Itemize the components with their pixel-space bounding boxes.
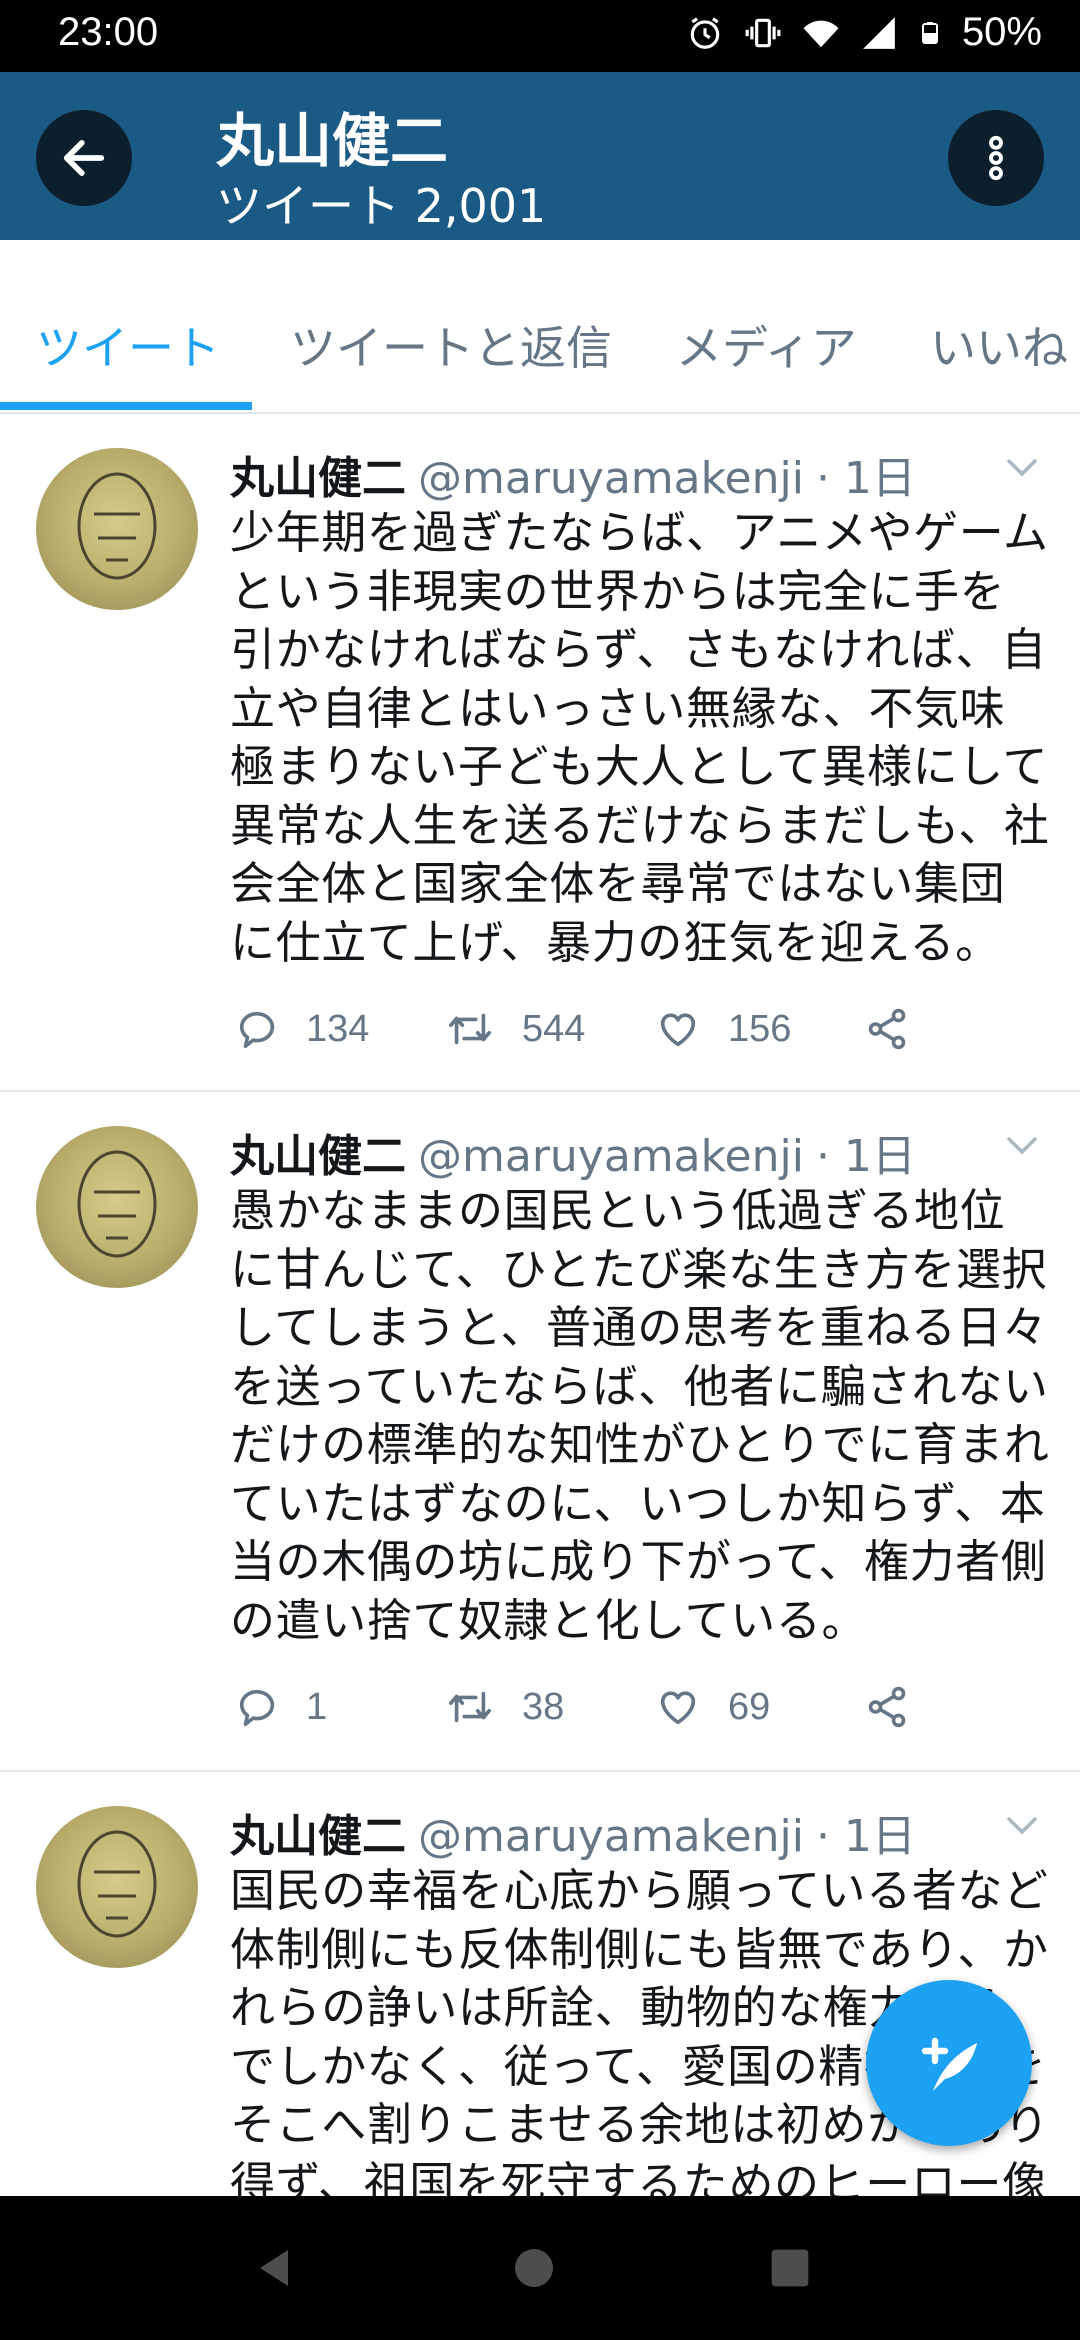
vibrate-icon [745, 18, 781, 47]
tweet-author-name[interactable]: 丸山健二 [230, 1811, 406, 1862]
share-icon [868, 1686, 906, 1728]
tweet-time: · 1日 [815, 1131, 916, 1182]
share-icon [868, 1008, 906, 1050]
like-button[interactable]: 156 [654, 1006, 791, 1052]
nav-recents-icon[interactable] [768, 2246, 812, 2290]
tweet-header: 丸山健二 @maruyamakenji · 1日 [230, 1800, 916, 1864]
retweet-count: 544 [522, 1007, 586, 1050]
tweet-card[interactable]: 丸山健二 @maruyamakenji · 1日 愚かなままの国民という低過ぎる地位… [0, 1090, 1080, 1772]
profile-tabs: ツイート ツイートと返信 メディア いいね [0, 240, 1080, 414]
tab-tweets[interactable]: ツイート [36, 312, 220, 378]
status-bar: 23:00 50% [0, 0, 1080, 72]
reply-count: 134 [306, 1007, 370, 1050]
chevron-down-icon[interactable] [1004, 1814, 1040, 1838]
tweet-text: 少年期を過ぎたならば、アニメやゲームという非現実の世界からは完全に手を引かなけれ… [230, 506, 1050, 969]
tweet-header: 丸山健二 @maruyamakenji · 1日 [230, 442, 916, 506]
tweet-header: 丸山健二 @maruyamakenji · 1日 [230, 1120, 916, 1184]
chevron-down-icon[interactable] [1004, 456, 1040, 480]
battery-icon [921, 21, 938, 44]
reply-button[interactable]: 134 [234, 1006, 369, 1052]
tweet-count: ツイート 2,001 [216, 179, 547, 233]
profile-header: 丸山健二 ツイート 2,001 [0, 72, 1080, 240]
tweet-author-name[interactable]: 丸山健二 [230, 453, 406, 504]
more-vertical-icon [989, 135, 1003, 181]
tweet-author-handle[interactable]: @maruyamakenji [418, 1131, 804, 1182]
like-count: 69 [728, 1685, 771, 1728]
tweet-author-handle[interactable]: @maruyamakenji [418, 1811, 804, 1862]
compose-tweet-icon [921, 2037, 977, 2091]
wifi-icon [803, 20, 839, 47]
system-navigation-bar [0, 2196, 1080, 2340]
chevron-down-icon[interactable] [1004, 1134, 1040, 1158]
more-options-button[interactable] [948, 110, 1044, 206]
retweet-count: 38 [522, 1685, 565, 1728]
signal-icon [863, 16, 895, 49]
like-count: 156 [728, 1007, 792, 1050]
tweet-card[interactable]: 丸山健二 @maruyamakenji · 1日 少年期を過ぎたならば、アニメやゲー… [0, 412, 1080, 1092]
share-button[interactable] [864, 1684, 910, 1730]
tweet-time: · 1日 [815, 1811, 916, 1862]
share-button[interactable] [864, 1006, 910, 1052]
retweet-icon [449, 1691, 491, 1723]
avatar[interactable] [36, 1126, 198, 1288]
tab-likes[interactable]: いいね [930, 312, 1068, 378]
avatar[interactable] [36, 448, 198, 610]
status-icons: 50% [686, 10, 1042, 55]
tweet-actions: 134 544 156 [230, 1006, 1030, 1066]
nav-home-icon[interactable] [510, 2244, 558, 2292]
back-button[interactable] [36, 110, 132, 206]
retweet-button[interactable]: 38 [444, 1684, 564, 1730]
compose-tweet-button[interactable] [866, 1980, 1032, 2146]
retweet-button[interactable]: 544 [444, 1006, 585, 1052]
tweet-actions: 1 38 69 [230, 1684, 1030, 1744]
status-time: 23:00 [58, 10, 159, 54]
reply-icon [239, 1689, 275, 1727]
profile-name: 丸山健二 [216, 107, 449, 175]
tweet-time: · 1日 [815, 453, 916, 504]
avatar[interactable] [36, 1806, 198, 1968]
alarm-icon [690, 16, 720, 49]
retweet-icon [449, 1013, 491, 1045]
nav-back-icon[interactable] [250, 2244, 298, 2292]
tab-media[interactable]: メディア [676, 312, 857, 378]
tweet-author-name[interactable]: 丸山健二 [230, 1131, 406, 1182]
active-tab-indicator [0, 402, 252, 410]
heart-icon [660, 1013, 696, 1047]
like-button[interactable]: 69 [654, 1684, 770, 1730]
reply-button[interactable]: 1 [234, 1684, 327, 1730]
tweet-text: 愚かなままの国民という低過ぎる地位に甘んじて、ひとたび楽な生き方を選択してしまう… [230, 1184, 1050, 1647]
arrow-left-icon [63, 140, 105, 176]
reply-icon [239, 1011, 275, 1049]
tab-tweets-and-replies[interactable]: ツイートと返信 [290, 312, 612, 378]
reply-count: 1 [306, 1685, 328, 1728]
tweet-author-handle[interactable]: @maruyamakenji [418, 453, 804, 504]
battery-percent: 50% [961, 10, 1042, 54]
heart-icon [660, 1691, 696, 1725]
